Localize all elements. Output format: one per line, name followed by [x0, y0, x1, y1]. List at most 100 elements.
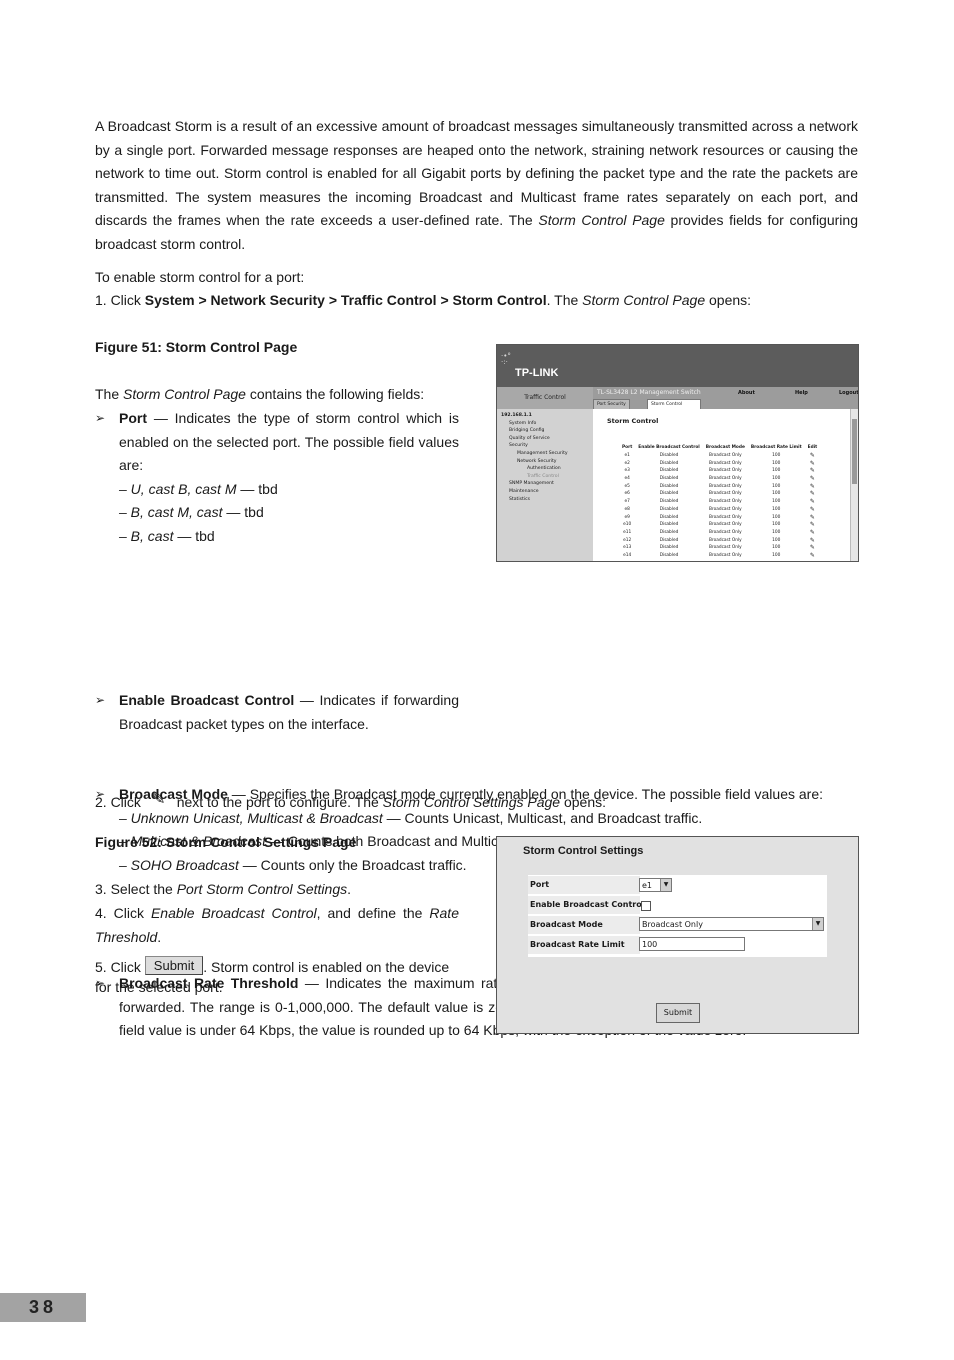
- storm-control-table: Port Enable Broadcast Control Broadcast …: [619, 444, 820, 559]
- rate-cell: 100: [772, 483, 781, 489]
- text-run: .: [157, 928, 162, 945]
- header-banner: [497, 345, 858, 387]
- italic-text: Storm Control Settings Page: [382, 794, 561, 810]
- tree-network-security[interactable]: Network Security: [497, 458, 593, 466]
- tree-system-info[interactable]: System Info: [497, 420, 593, 428]
- mode-cell: Broadcast Only: [708, 476, 742, 482]
- section-title: Traffic Control: [497, 387, 593, 409]
- pencil-icon[interactable]: ✎: [805, 482, 821, 490]
- mode-cell: Broadcast Only: [708, 453, 742, 459]
- enable-cell: Disabled: [659, 491, 679, 497]
- scrollbar[interactable]: [850, 409, 858, 561]
- enable-cell: Disabled: [659, 537, 679, 543]
- chevron-down-icon: ▼: [812, 918, 823, 930]
- tree-statistics[interactable]: Statistics: [497, 496, 593, 504]
- step-2-text: next to the port to configure. The Storm…: [177, 794, 606, 810]
- broadcast-mode-label: Broadcast Mode: [528, 916, 640, 934]
- tree-root[interactable]: 192.168.1.1: [497, 412, 593, 420]
- port-cell: e14: [623, 552, 632, 558]
- text-run: The: [95, 386, 124, 402]
- enable-cell: Disabled: [659, 476, 679, 482]
- enable-broadcast-control-checkbox[interactable]: [641, 901, 651, 911]
- pencil-icon[interactable]: ✎: [805, 513, 821, 521]
- pencil-icon[interactable]: ✎: [805, 475, 821, 483]
- settings-title: Storm Control Settings: [523, 845, 644, 857]
- table-row: e14 Disabled Broadcast Only 100 ✎: [619, 552, 820, 560]
- pencil-icon[interactable]: ✎: [805, 490, 821, 498]
- rate-cell: 100: [772, 460, 781, 466]
- tree-authentication[interactable]: Authentication: [497, 465, 593, 473]
- port-select[interactable]: e1 ▼: [639, 878, 672, 892]
- enable-cell: Disabled: [659, 522, 679, 528]
- port-cell: e12: [623, 537, 632, 543]
- italic-text: Storm Control Page: [538, 212, 665, 228]
- pencil-icon[interactable]: ✎: [805, 506, 821, 514]
- content-pane: Storm Control Port Enable Broadcast Cont…: [593, 409, 858, 561]
- table-row: e9 Disabled Broadcast Only 100 ✎: [619, 513, 820, 521]
- rate-cell: 100: [772, 522, 781, 528]
- tree-qos[interactable]: Quality of Service: [497, 435, 593, 443]
- help-link[interactable]: Help: [795, 390, 808, 396]
- pencil-icon[interactable]: ✎: [805, 459, 821, 467]
- mode-cell: Broadcast Only: [708, 483, 742, 489]
- rate-cell: 100: [772, 468, 781, 474]
- bold-text: Enable Broadcast Control: [119, 692, 295, 708]
- text-run: opens:: [560, 794, 607, 810]
- rate-cell: 100: [772, 529, 781, 535]
- step-1: 1. Click System > Network Security > Tra…: [95, 289, 858, 313]
- table-row: e7 Disabled Broadcast Only 100 ✎: [619, 498, 820, 506]
- submit-button[interactable]: Submit: [656, 1003, 700, 1023]
- fields-intro: The Storm Control Page contains the foll…: [95, 383, 459, 407]
- mode-cell: Broadcast Only: [708, 468, 742, 474]
- value-item: – B, cast M, cast — tbd: [119, 501, 459, 525]
- rate-cell: 100: [772, 552, 781, 558]
- tree-bridging-config[interactable]: Bridging Config: [497, 427, 593, 435]
- bold-text: Figure 51: Storm Control Page: [95, 339, 298, 355]
- broadcast-mode-select[interactable]: Broadcast Only ▼: [639, 917, 824, 931]
- text-run: — tbd: [222, 504, 264, 520]
- port-cell: e5: [624, 483, 630, 489]
- mode-cell: Broadcast Only: [708, 491, 742, 497]
- pencil-icon[interactable]: ✎: [805, 498, 821, 506]
- pencil-icon[interactable]: ✎: [805, 536, 821, 544]
- tree-security[interactable]: Security: [497, 442, 593, 450]
- enable-cell: Disabled: [659, 529, 679, 535]
- table-row: e13 Disabled Broadcast Only 100 ✎: [619, 544, 820, 552]
- tree-snmp[interactable]: SNMP Management: [497, 480, 593, 488]
- pencil-icon[interactable]: ✎: [805, 467, 821, 475]
- enable-cell: Disabled: [659, 552, 679, 558]
- mode-cell: Broadcast Only: [708, 552, 742, 558]
- text-run: .: [347, 881, 352, 897]
- broadcast-rate-limit-label: Broadcast Rate Limit: [528, 936, 640, 954]
- pencil-icon[interactable]: ✎: [805, 452, 821, 460]
- intro-paragraph: A Broadcast Storm is a result of an exce…: [95, 115, 858, 256]
- page-number: 38: [0, 1293, 86, 1322]
- pencil-icon[interactable]: ✎: [805, 529, 821, 537]
- pencil-icon[interactable]: ✎: [805, 544, 821, 552]
- tree-traffic-control[interactable]: Traffic Control: [497, 473, 593, 481]
- text-run: . The: [546, 292, 583, 308]
- bold-text: Port: [119, 410, 147, 426]
- mode-cell: Broadcast Only: [708, 506, 742, 512]
- field-port-text: Port — Indicates the type of storm contr…: [119, 410, 459, 473]
- table-row: e8 Disabled Broadcast Only 100 ✎: [619, 506, 820, 514]
- figure-52-caption: Figure 52: Storm Control Settings Page: [95, 831, 356, 855]
- table-row: e11 Disabled Broadcast Only 100 ✎: [619, 529, 820, 537]
- tree-management-security[interactable]: Management Security: [497, 450, 593, 458]
- port-cell: e13: [623, 545, 632, 551]
- mode-cell: Broadcast Only: [708, 460, 742, 466]
- port-cell: e9: [624, 514, 630, 520]
- about-link[interactable]: About: [738, 390, 755, 396]
- settings-form: Port e1 ▼ Enable Broadcast Control Broadc…: [528, 875, 827, 957]
- step-4: 4. Click Enable Broadcast Control, and d…: [95, 902, 459, 949]
- pencil-icon[interactable]: ✎: [805, 552, 821, 560]
- scrollbar-thumb[interactable]: [852, 419, 857, 484]
- pencil-icon[interactable]: ✎: [805, 521, 821, 529]
- text-run: — Indicates the type of storm control wh…: [119, 410, 459, 473]
- step-2: 2. Click ✎ next to the port to configure…: [95, 788, 858, 815]
- col-edit: Edit: [807, 445, 818, 451]
- logout-link[interactable]: Logout: [839, 390, 858, 396]
- tree-maintenance[interactable]: Maintenance: [497, 488, 593, 496]
- field-enable-broadcast-control: ➢ Enable Broadcast Control — Indicates i…: [95, 689, 459, 736]
- broadcast-rate-limit-input[interactable]: 100: [639, 937, 745, 951]
